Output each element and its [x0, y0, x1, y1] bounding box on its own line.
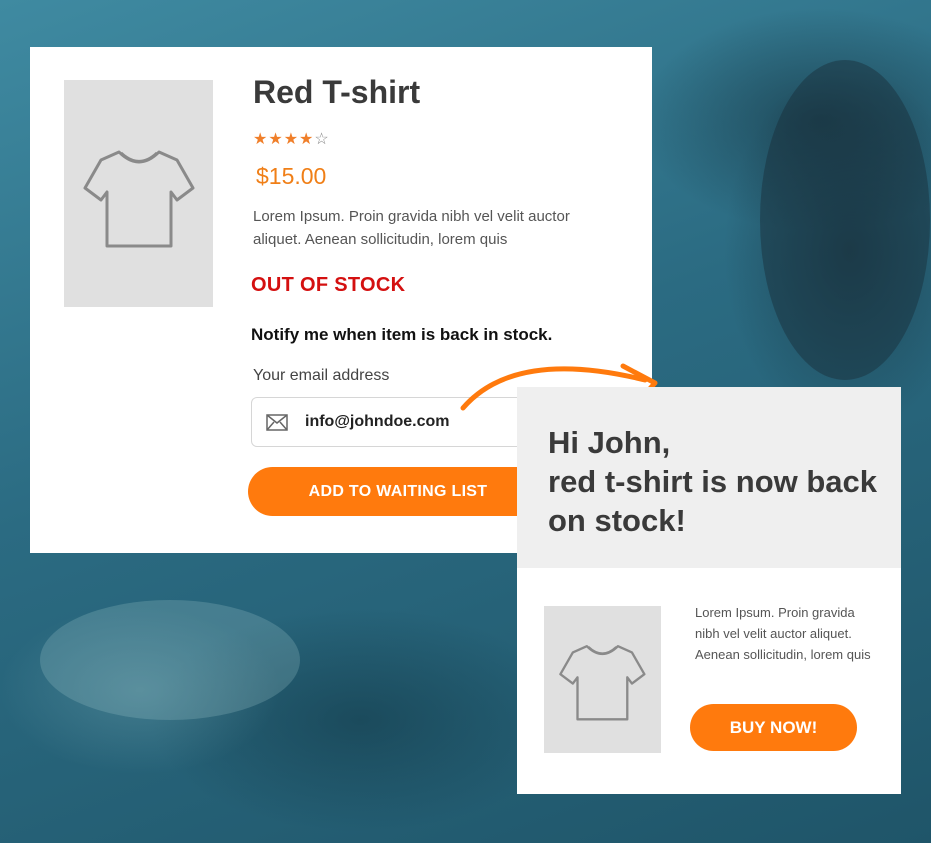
notify-heading: Notify me when item is back in stock.: [251, 325, 553, 344]
star-filled-icon: ★: [283, 131, 300, 148]
product-title: Red T-shirt: [253, 74, 421, 110]
buy-now-button[interactable]: BUY NOW!: [690, 704, 857, 751]
tshirt-icon: [83, 150, 195, 248]
star-filled-icon: ★: [299, 131, 315, 148]
envelope-icon: [266, 414, 288, 431]
star-rating: ★★★★☆: [253, 129, 330, 149]
background-desk-item: [40, 600, 300, 720]
back-in-stock-notification: Hi John, red t-shirt is now back on stoc…: [517, 387, 901, 794]
background-person: [760, 60, 930, 380]
tshirt-icon: [559, 645, 646, 721]
product-description: Lorem Ipsum. Proin gravida nibh vel veli…: [253, 208, 570, 248]
add-to-waiting-list-button[interactable]: ADD TO WAITING LIST: [248, 467, 548, 516]
notification-greeting: Hi John, red t-shirt is now back on stoc…: [548, 425, 878, 538]
email-label: Your email address: [253, 367, 390, 384]
notification-description: Lorem Ipsum. Proin gravida nibh vel veli…: [695, 605, 871, 662]
star-empty-icon: ☆: [314, 131, 330, 148]
star-filled-icon: ★: [253, 131, 269, 148]
product-price: $15.00: [256, 163, 327, 189]
email-value: info@johndoe.com: [305, 413, 450, 430]
notification-product-image: [544, 606, 661, 753]
notification-header: Hi John, red t-shirt is now back on stoc…: [517, 387, 901, 568]
stock-status: OUT OF STOCK: [251, 274, 406, 296]
star-filled-icon: ★: [268, 131, 284, 148]
product-image: [64, 80, 213, 307]
